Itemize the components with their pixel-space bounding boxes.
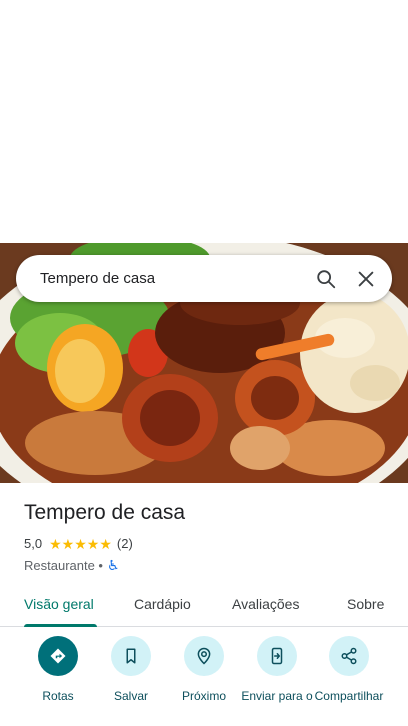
map-area (0, 0, 408, 243)
send-to-phone-button-circle (257, 636, 297, 676)
directions-button-circle (38, 636, 78, 676)
place-title: Tempero de casa (24, 501, 186, 524)
share-button[interactable]: Compartilhar (309, 636, 389, 703)
save-label: Salvar (113, 689, 148, 703)
send-to-phone-label: Enviar para o (241, 689, 313, 703)
nearby-label: Próximo (181, 689, 226, 703)
action-bar: Rotas Salvar Próximo Enviar para o Compa… (0, 636, 408, 726)
search-query[interactable]: Tempero de casa (40, 270, 306, 287)
star-icon: ★ (99, 535, 112, 552)
search-button[interactable] (306, 259, 346, 299)
send-to-phone-button[interactable]: Enviar para o (237, 636, 317, 703)
category-row: Restaurante • ♿ (24, 557, 120, 574)
send-to-phone-icon (271, 647, 283, 665)
directions-button[interactable]: Rotas (18, 636, 98, 703)
search-icon (317, 269, 336, 288)
nearby-button-circle (184, 636, 224, 676)
star-icon: ★ (86, 535, 100, 552)
rating-row[interactable]: 5,0 ★ ★ ★ ★ ★ (2) (24, 536, 133, 551)
active-tab-indicator (24, 624, 97, 627)
share-button-circle (329, 636, 369, 676)
rating-value: 5,0 (24, 536, 43, 551)
clear-search-button[interactable] (346, 259, 386, 299)
nearby-icon (197, 647, 211, 665)
save-button-circle (111, 636, 151, 676)
directions-label: Rotas (42, 689, 74, 703)
tab-overview[interactable]: Visão geral (24, 596, 94, 612)
share-label: Compartilhar (314, 689, 384, 703)
wheelchair-accessible-icon: ♿ (106, 557, 120, 573)
star-icon: ★ (61, 535, 75, 552)
nearby-button[interactable]: Próximo (164, 636, 244, 703)
close-icon (358, 271, 374, 286)
directions-icon (50, 648, 66, 664)
place-category: Restaurante • (24, 558, 103, 573)
rating-stars: ★ ★ ★ ★ ★ (49, 537, 112, 551)
share-icon (341, 647, 357, 665)
star-icon: ★ (74, 535, 87, 552)
tab-reviews[interactable]: Avaliações (232, 596, 299, 612)
place-tabs: Visão geral Cardápio Avaliações Sobre (0, 585, 408, 627)
tab-menu[interactable]: Cardápio (134, 596, 191, 612)
search-bar[interactable]: Tempero de casa (16, 255, 392, 302)
star-icon: ★ (49, 535, 62, 552)
bookmark-icon (126, 648, 136, 664)
review-count: (2) (116, 536, 133, 551)
tab-about[interactable]: Sobre (347, 596, 384, 612)
save-button[interactable]: Salvar (91, 636, 171, 703)
